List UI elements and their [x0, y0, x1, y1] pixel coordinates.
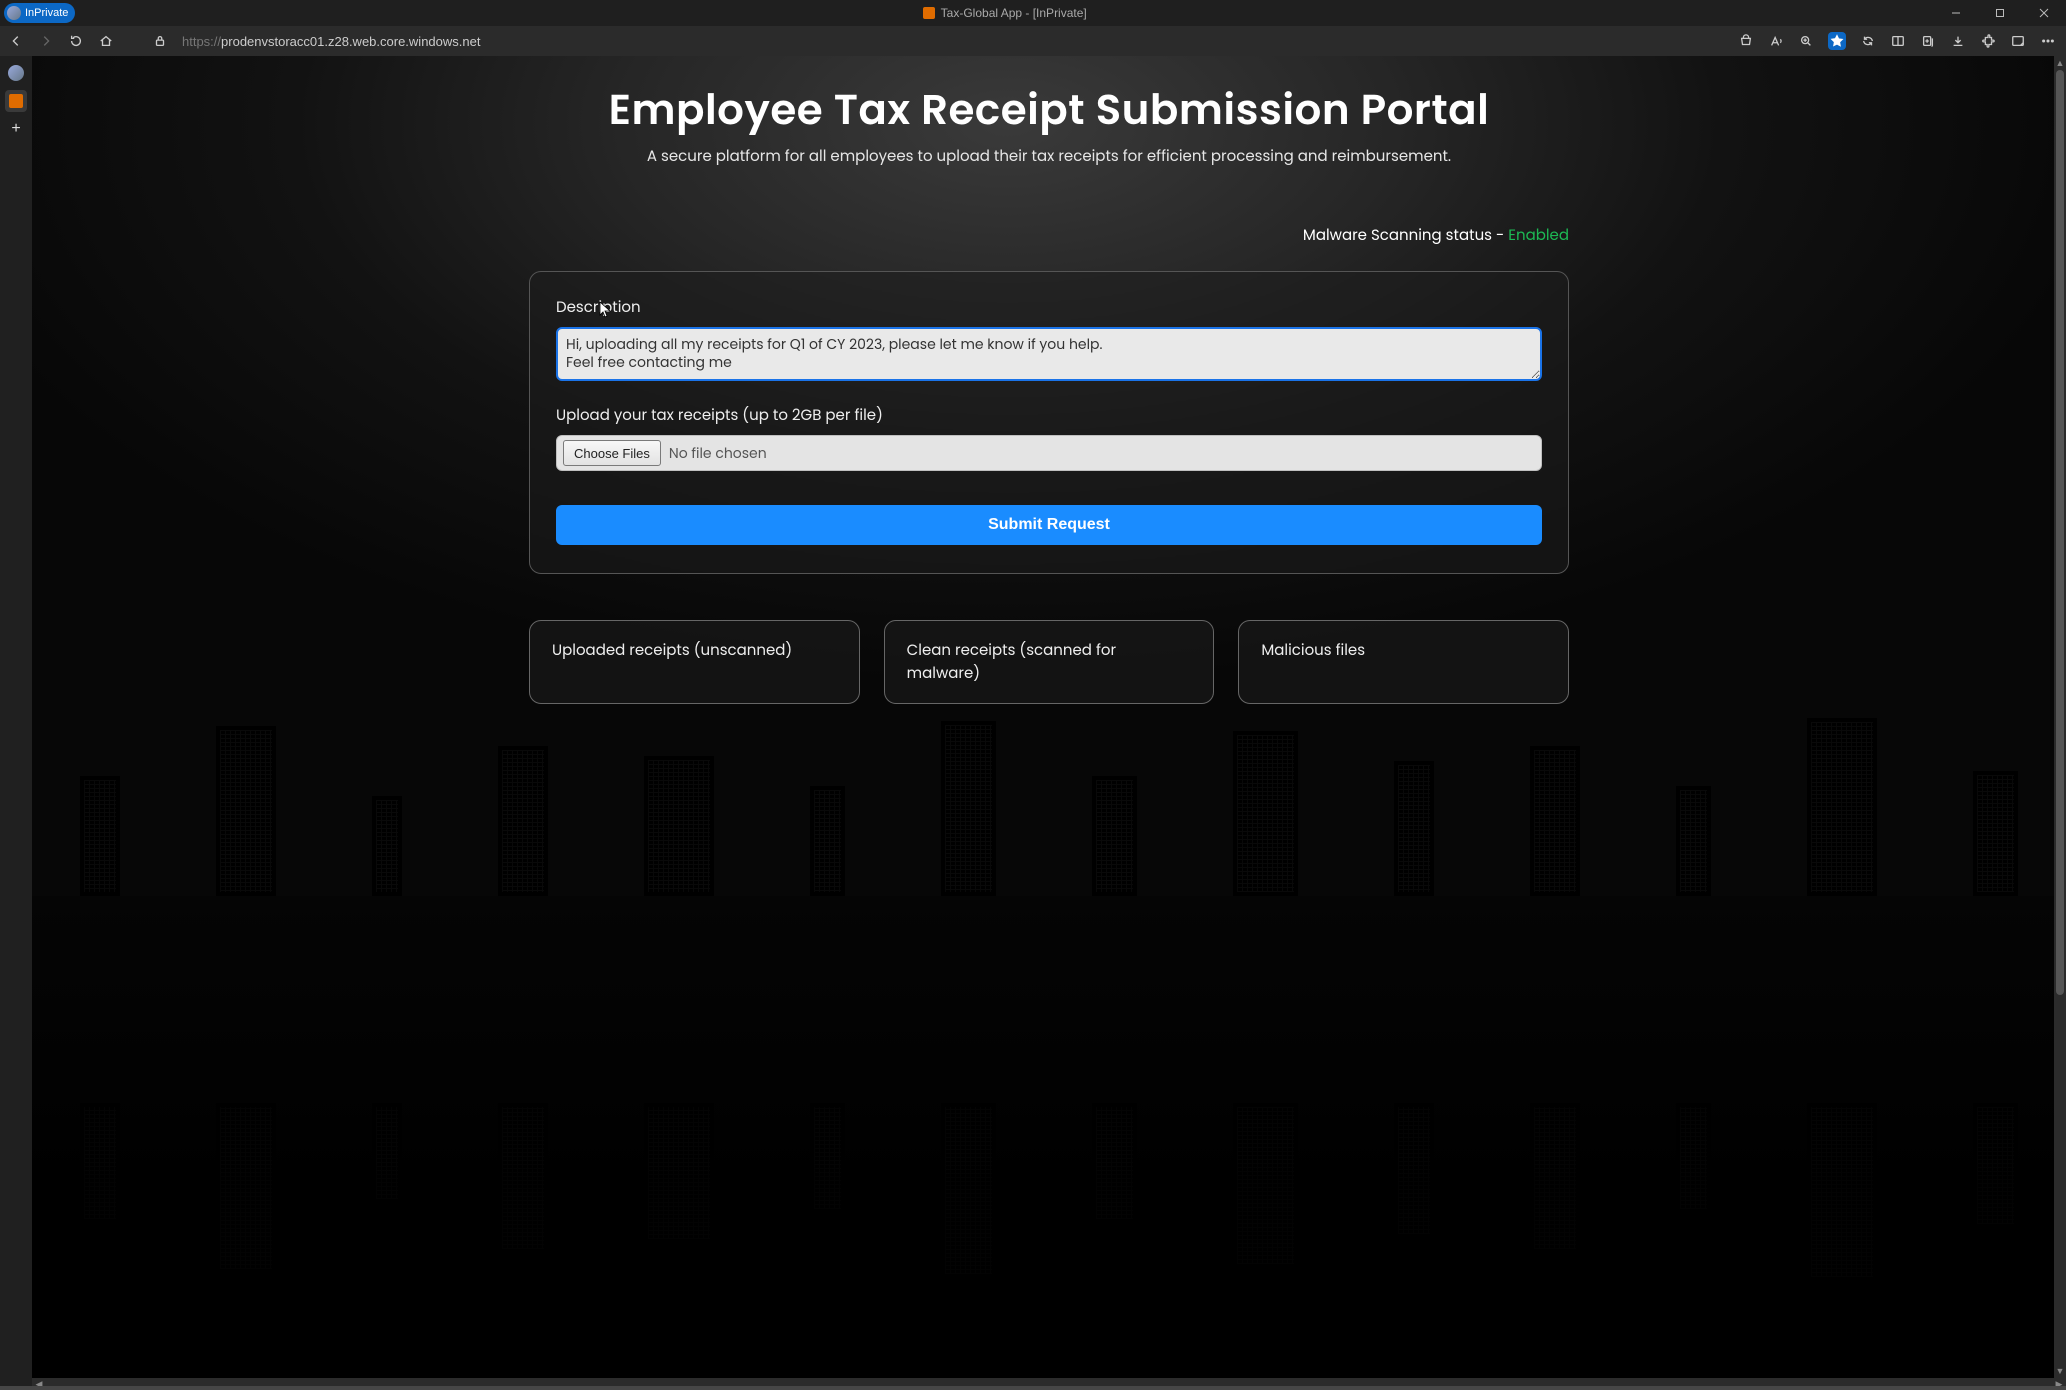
- nav-back-button[interactable]: [8, 33, 24, 49]
- file-input-status: No file chosen: [669, 443, 767, 464]
- upload-label: Upload your tax receipts (up to 2GB per …: [556, 404, 1542, 427]
- vertical-scrollbar[interactable]: ▲ ▼: [2054, 56, 2066, 1378]
- nav-home-button[interactable]: [98, 33, 114, 49]
- titlebar: InPrivate Tax-Global App - [InPrivate]: [0, 0, 2066, 26]
- vertical-scroll-thumb[interactable]: [2056, 70, 2064, 995]
- window-title-text: Tax-Global App - [InPrivate]: [941, 6, 1087, 20]
- screenshot-icon[interactable]: [2010, 33, 2026, 49]
- window-minimize-button[interactable]: [1934, 0, 1978, 26]
- window-close-button[interactable]: [2022, 0, 2066, 26]
- read-aloud-icon[interactable]: [1768, 33, 1784, 49]
- shopping-icon[interactable]: [1738, 33, 1754, 49]
- page-viewport: Employee Tax Receipt Submission Portal A…: [32, 56, 2066, 1390]
- extensions-icon[interactable]: [1980, 33, 1996, 49]
- address-bar[interactable]: https://prodenvstoracc01.z28.web.core.wi…: [182, 34, 480, 49]
- new-tab-button[interactable]: +: [5, 118, 27, 140]
- inprivate-badge: InPrivate: [4, 3, 75, 23]
- scan-status-label: Malware Scanning status -: [1303, 225, 1508, 246]
- scan-status-value: Enabled: [1508, 225, 1569, 246]
- file-input[interactable]: Choose Files No file chosen: [556, 435, 1542, 471]
- split-screen-icon[interactable]: [1890, 33, 1906, 49]
- inprivate-label: InPrivate: [25, 7, 68, 19]
- page-title: Employee Tax Receipt Submission Portal: [529, 78, 1569, 141]
- taskbar-strip: [0, 1386, 2066, 1390]
- uploaded-receipts-card: Uploaded receipts (unscanned): [529, 620, 860, 704]
- scroll-down-arrow-icon[interactable]: ▼: [2054, 1364, 2066, 1378]
- vertical-tab-profile[interactable]: [5, 62, 27, 84]
- vertical-tab-strip: +: [0, 56, 32, 1390]
- description-textarea[interactable]: [556, 327, 1542, 381]
- scroll-up-arrow-icon[interactable]: ▲: [2054, 56, 2066, 70]
- sync-icon[interactable]: [1860, 33, 1876, 49]
- malicious-files-card: Malicious files: [1238, 620, 1569, 704]
- toolbar: https://prodenvstoracc01.z28.web.core.wi…: [0, 26, 2066, 56]
- favorite-star-icon[interactable]: [1828, 32, 1846, 50]
- nav-refresh-button[interactable]: [68, 33, 84, 49]
- description-label: Description: [556, 296, 1542, 319]
- collections-icon[interactable]: [1920, 33, 1936, 49]
- window-maximize-button[interactable]: [1978, 0, 2022, 26]
- submit-button[interactable]: Submit Request: [556, 505, 1542, 545]
- zoom-icon[interactable]: [1798, 33, 1814, 49]
- more-menu-icon[interactable]: [2040, 33, 2056, 49]
- favicon-icon: [923, 7, 935, 19]
- clean-receipts-card: Clean receipts (scanned for malware): [884, 620, 1215, 704]
- malware-scan-status: Malware Scanning status - Enabled: [529, 224, 1569, 247]
- profile-avatar-icon: [7, 6, 21, 20]
- page-content: Employee Tax Receipt Submission Portal A…: [32, 56, 2066, 1390]
- malicious-files-title: Malicious files: [1261, 640, 1365, 661]
- uploaded-receipts-title: Uploaded receipts (unscanned): [552, 640, 792, 661]
- window-title: Tax-Global App - [InPrivate]: [75, 6, 1934, 20]
- profile-avatar-icon: [8, 65, 24, 81]
- nav-forward-button[interactable]: [38, 33, 54, 49]
- page-subtitle: A secure platform for all employees to u…: [529, 145, 1569, 168]
- choose-files-button[interactable]: Choose Files: [563, 440, 661, 466]
- favicon-icon: [9, 94, 23, 108]
- site-info-lock-icon[interactable]: [152, 33, 168, 49]
- clean-receipts-title: Clean receipts (scanned for malware): [907, 640, 1116, 684]
- vertical-tab-current[interactable]: [5, 90, 27, 112]
- url-host: prodenvstoracc01.z28.web.core.windows.ne…: [221, 34, 480, 49]
- submission-form: Description Upload your tax receipts (up…: [529, 271, 1569, 574]
- downloads-icon[interactable]: [1950, 33, 1966, 49]
- url-protocol: https://: [182, 34, 221, 49]
